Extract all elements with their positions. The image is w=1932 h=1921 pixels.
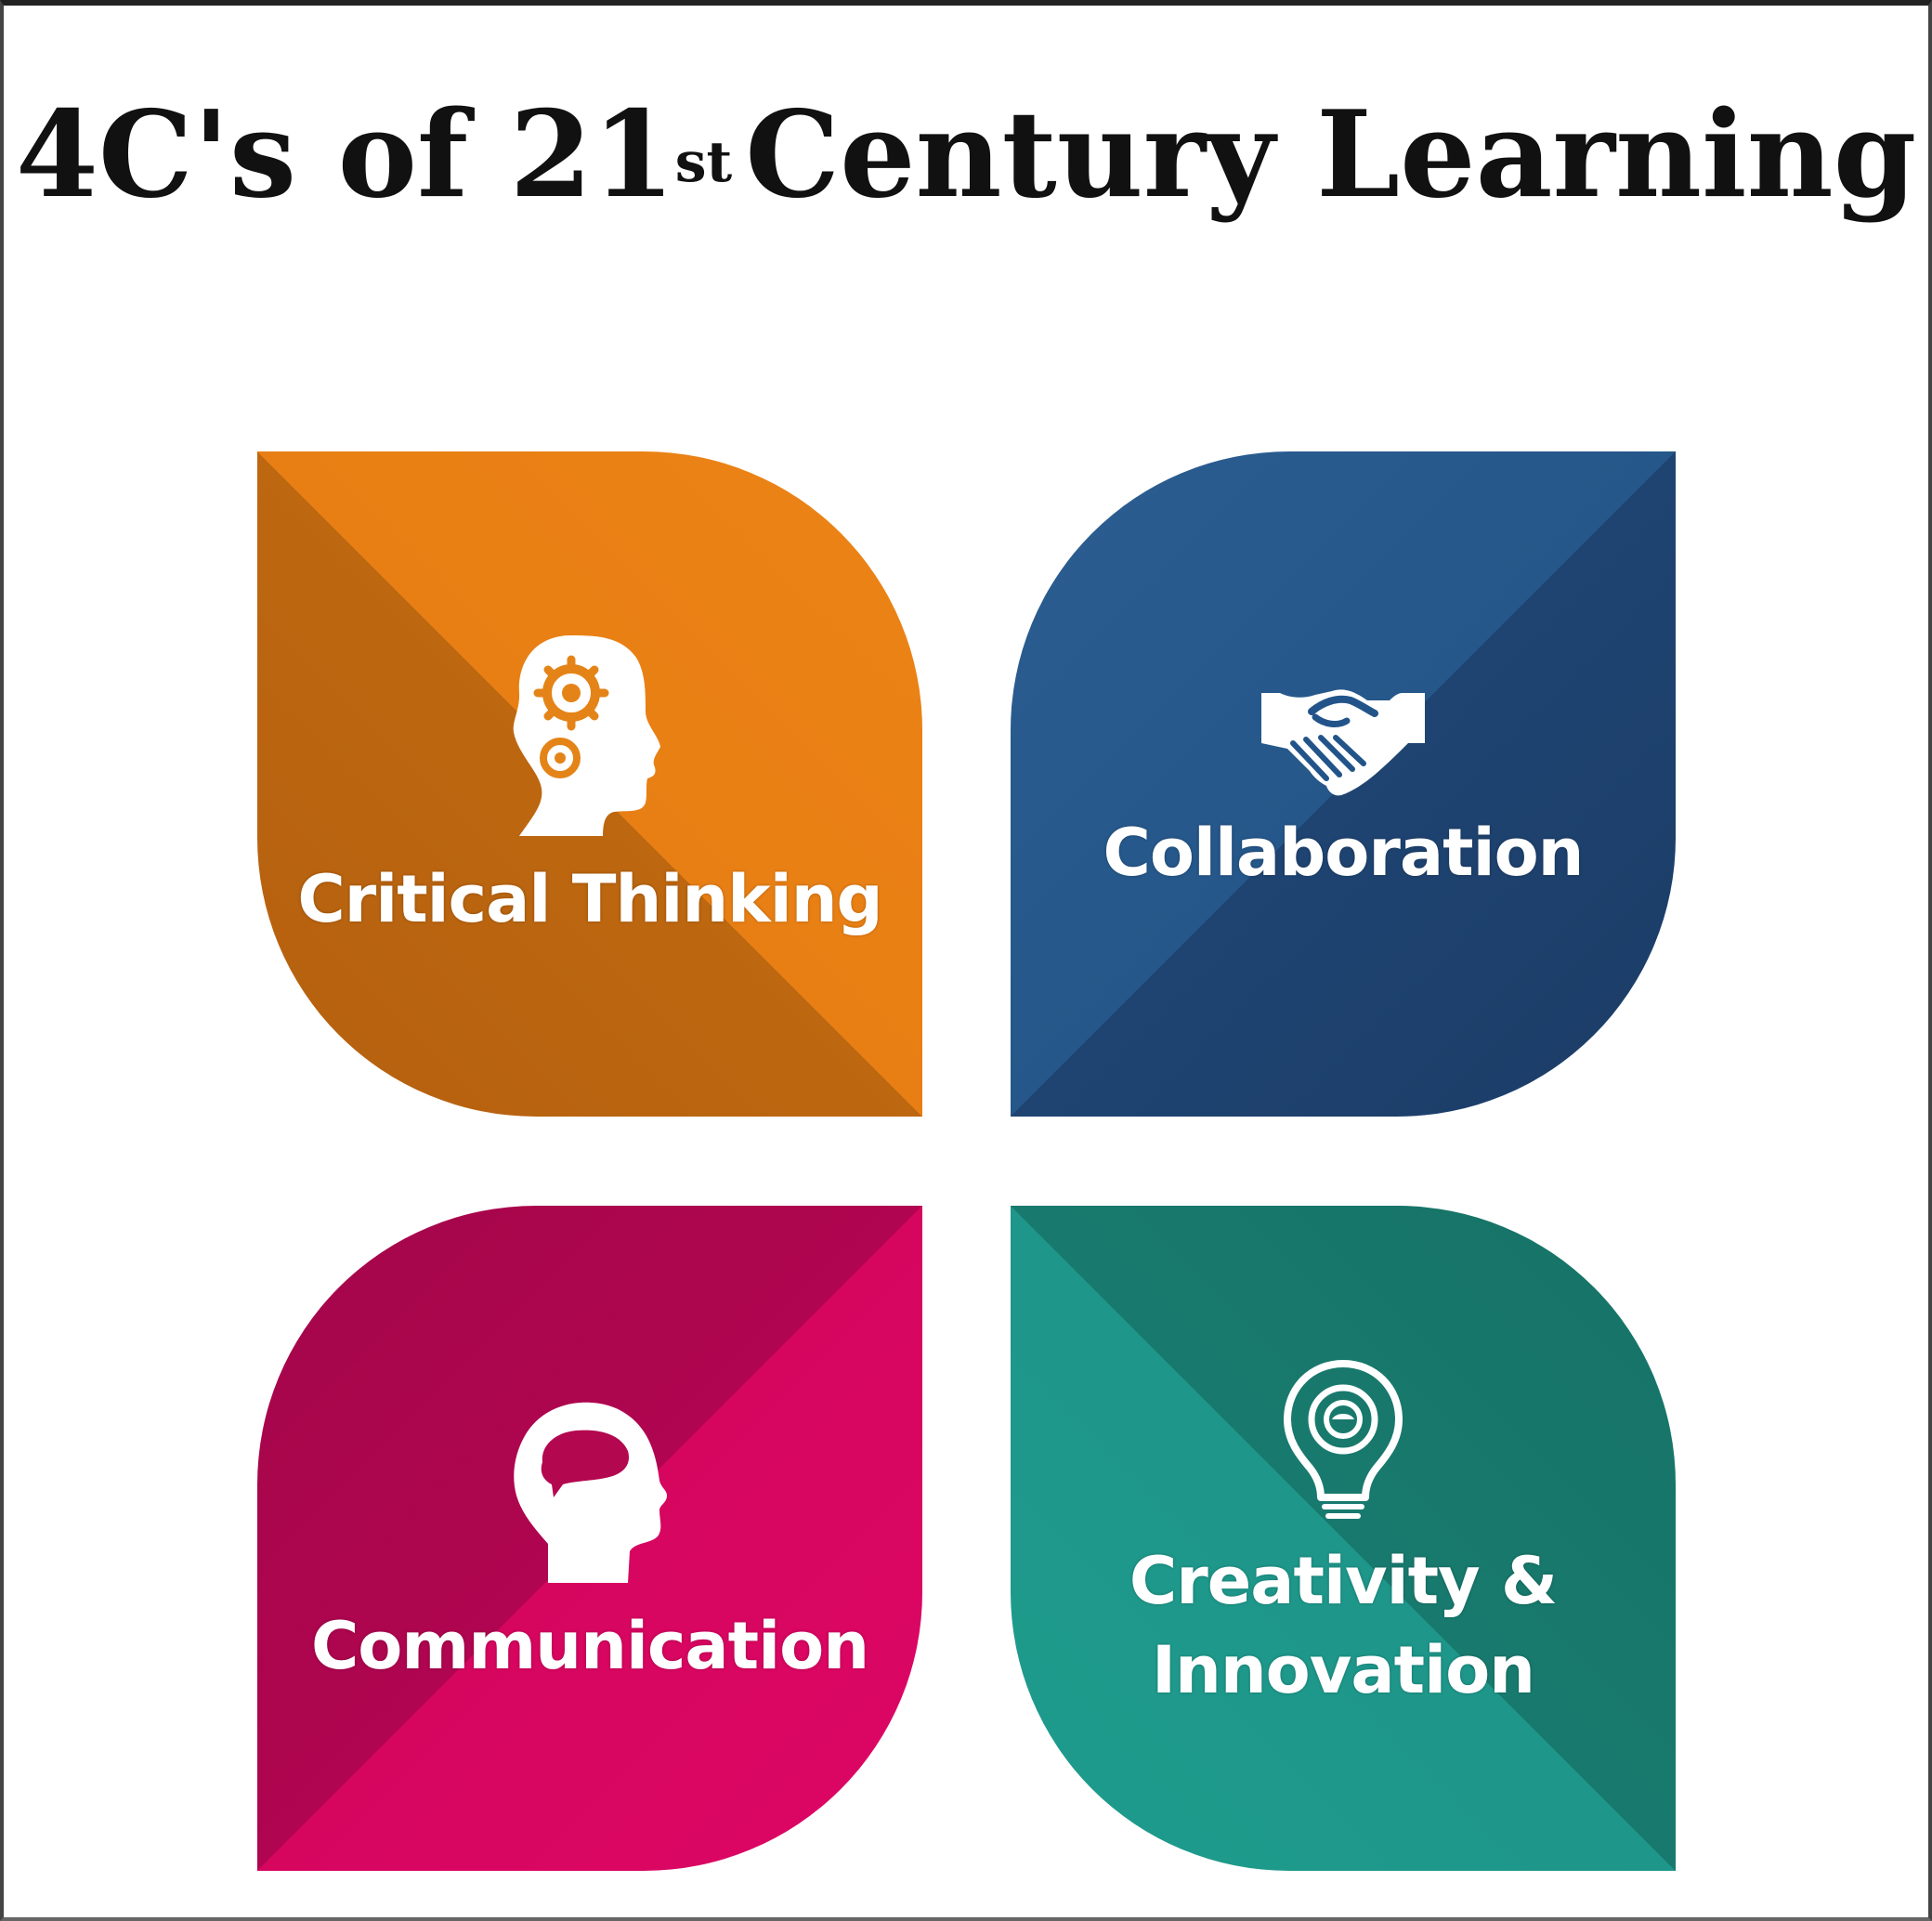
collaboration-petal: Collaboration	[1011, 451, 1676, 1117]
communication-petal: Communication	[257, 1206, 922, 1871]
communication-label: Communication	[310, 1608, 869, 1684]
page-title: 4C's of 21st Century Learning	[15, 85, 1917, 225]
collaboration-label: Collaboration	[1103, 815, 1584, 891]
creativity-label-line1: Creativity &	[1129, 1543, 1558, 1619]
critical-thinking-label: Critical Thinking	[297, 861, 882, 937]
head-speech-icon	[257, 1399, 922, 1588]
creativity-innovation-petal: Creativity & Innovation	[1011, 1206, 1676, 1871]
creativity-label-line2: Innovation	[1151, 1632, 1535, 1708]
title-superscript: st	[674, 130, 733, 195]
handshake-icon	[1011, 678, 1676, 803]
head-gears-icon	[257, 628, 922, 845]
critical-thinking-petal: Critical Thinking	[257, 451, 922, 1117]
creativity-innovation-label: Creativity & Innovation	[1011, 1536, 1676, 1715]
lightbulb-icon	[1011, 1358, 1676, 1529]
